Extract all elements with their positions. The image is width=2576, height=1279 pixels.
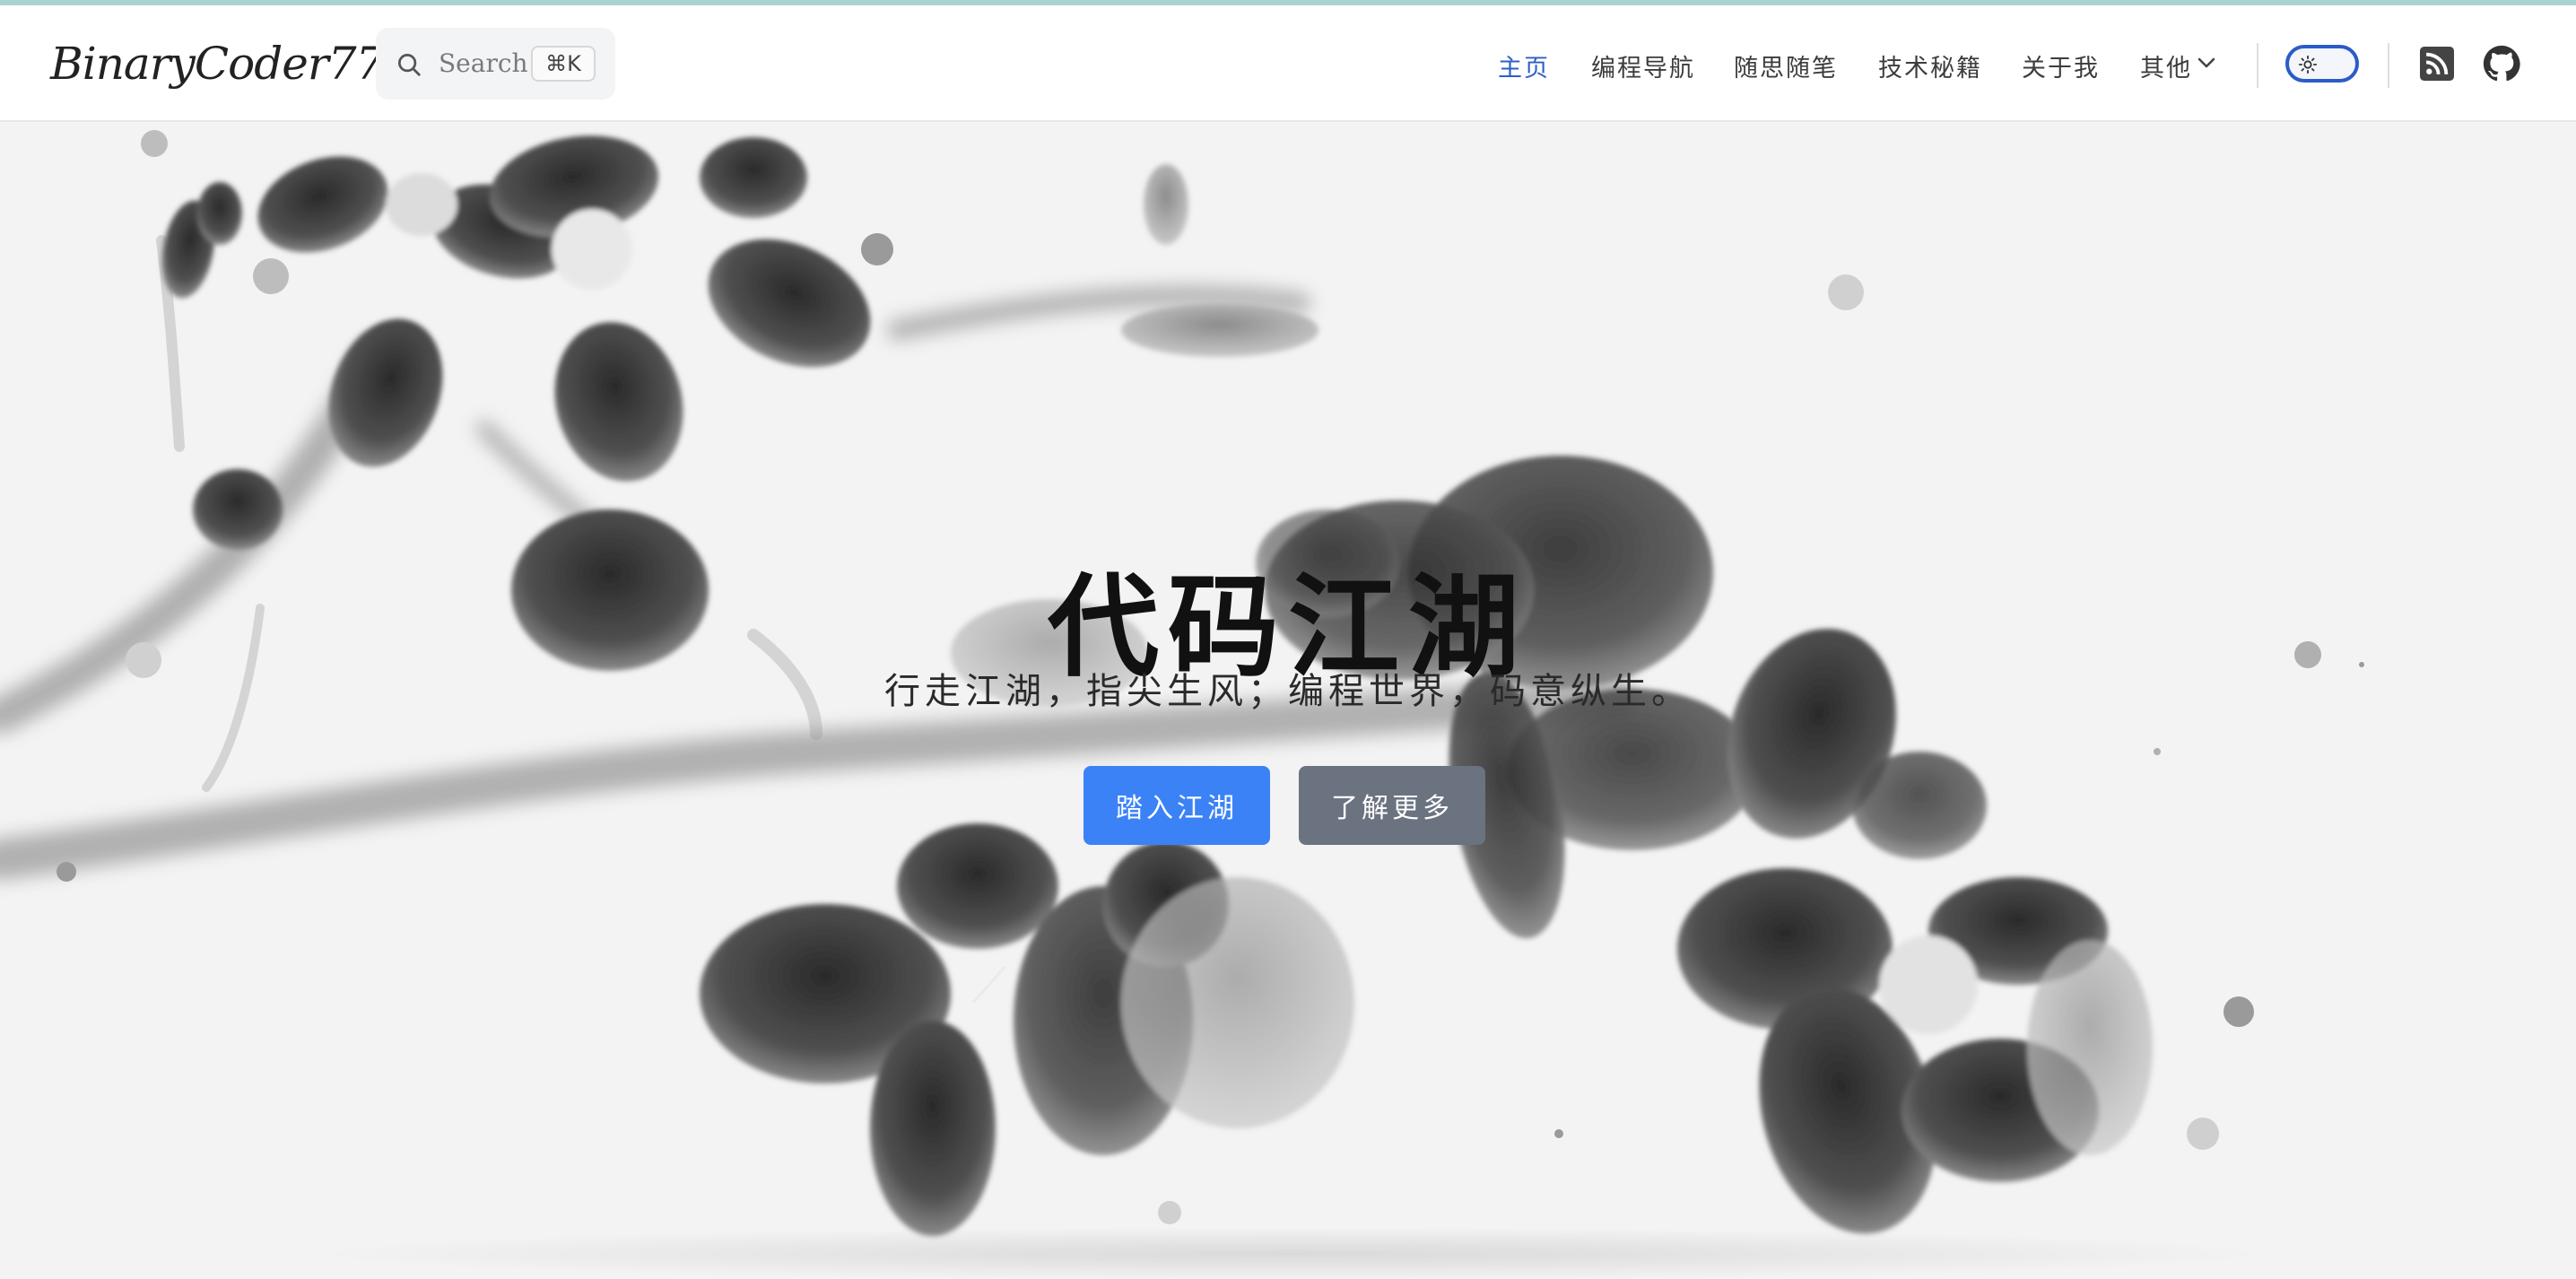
hero-subtitle: 行走江湖，指尖生风；编程世界，码意纵生。: [884, 671, 1692, 712]
github-icon[interactable]: [2483, 45, 2520, 83]
main-nav: 主页 编程导航 随思随笔 技术秘籍 关于我 其他: [0, 5, 2576, 122]
nav-item-coding-nav[interactable]: 编程导航: [1591, 48, 1695, 83]
nav-item-essays[interactable]: 随思随笔: [1734, 48, 1838, 83]
nav-item-more[interactable]: 其他: [2140, 48, 2192, 83]
theme-toggle[interactable]: [2285, 45, 2359, 83]
nav-item-home[interactable]: 主页: [1498, 48, 1550, 83]
hero-bottom-shadow: [305, 1227, 2278, 1279]
sun-icon: [2298, 55, 2318, 74]
learn-more-button[interactable]: 了解更多: [1299, 766, 1485, 845]
nav-divider: [2388, 43, 2389, 88]
nav-divider: [2257, 43, 2258, 88]
hero-section: 代码江湖 行走江湖，指尖生风；编程世界，码意纵生。 踏入江湖 了解更多: [0, 124, 2576, 1279]
enter-button[interactable]: 踏入江湖: [1083, 766, 1270, 845]
nav-item-about[interactable]: 关于我: [2022, 48, 2100, 83]
chevron-down-icon[interactable]: [2197, 56, 2216, 70]
site-header: BinaryCoder777 Search ⌘K 主页 编程导航 随思随笔 技术…: [0, 5, 2576, 122]
nav-item-tech-tips[interactable]: 技术秘籍: [1878, 48, 1982, 83]
rss-icon[interactable]: [2420, 47, 2454, 81]
